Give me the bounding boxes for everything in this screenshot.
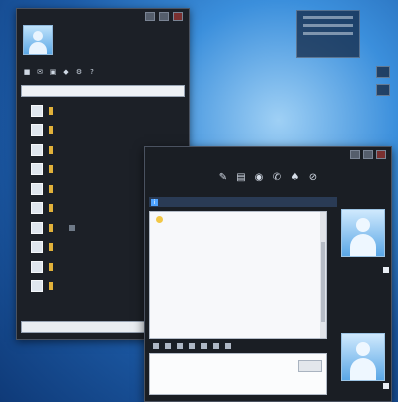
personal-message-icon bbox=[69, 224, 75, 231]
video-icon[interactable]: ◉ bbox=[254, 172, 264, 184]
status-icon bbox=[49, 282, 53, 291]
contact-avatar bbox=[31, 182, 43, 195]
font-icon[interactable] bbox=[153, 343, 159, 349]
gadget-line bbox=[303, 32, 353, 35]
chat-title-bar[interactable] bbox=[145, 147, 391, 159]
background-icon[interactable] bbox=[213, 343, 219, 349]
status-icon bbox=[49, 165, 53, 174]
call-icon[interactable]: ✆ bbox=[272, 172, 282, 184]
chat-window: ✎ ▤ ◉ ✆ ♠ ⊘ i bbox=[144, 146, 392, 402]
picture-toggle-button[interactable] bbox=[383, 383, 389, 389]
invite-icon[interactable]: ✎ bbox=[218, 172, 228, 184]
status-icon bbox=[49, 184, 53, 193]
scroll-thumb[interactable] bbox=[321, 242, 325, 322]
block-icon[interactable]: ⊘ bbox=[308, 172, 318, 184]
message-input[interactable] bbox=[149, 353, 327, 395]
contact-avatar bbox=[31, 280, 43, 293]
search-input[interactable] bbox=[21, 85, 185, 97]
desktop-icon[interactable] bbox=[376, 66, 390, 78]
contacts-icon[interactable]: ■ bbox=[23, 68, 31, 76]
contact-avatar bbox=[31, 143, 43, 156]
info-icon: i bbox=[151, 198, 158, 206]
minimize-button[interactable] bbox=[350, 150, 360, 159]
voice-clip-icon[interactable] bbox=[201, 343, 207, 349]
desktop-icon[interactable] bbox=[376, 84, 390, 96]
picture-head bbox=[356, 342, 370, 356]
status-icon bbox=[49, 106, 53, 115]
avatar-body bbox=[29, 42, 47, 54]
games-icon[interactable]: ♠ bbox=[290, 172, 300, 184]
help-icon[interactable]: ? bbox=[88, 68, 96, 76]
status-icon bbox=[49, 204, 53, 213]
desktop-gadget[interactable] bbox=[296, 10, 360, 58]
conversation-history[interactable] bbox=[149, 211, 327, 339]
close-button[interactable] bbox=[376, 150, 386, 159]
status-icon bbox=[49, 223, 53, 232]
contact-avatar bbox=[31, 163, 43, 176]
contact-item[interactable] bbox=[17, 101, 189, 121]
close-button[interactable] bbox=[173, 12, 183, 21]
status-icon bbox=[49, 243, 53, 252]
mail-icon[interactable]: ✉ bbox=[36, 68, 44, 76]
ink-icon[interactable] bbox=[225, 343, 231, 349]
picture-head bbox=[356, 218, 370, 232]
wink-icon[interactable] bbox=[177, 343, 183, 349]
gadget-line bbox=[303, 16, 353, 19]
share-icon[interactable]: ▣ bbox=[49, 68, 57, 76]
status-icon bbox=[49, 126, 53, 135]
scrollbar[interactable] bbox=[320, 212, 326, 338]
nudge-icon[interactable] bbox=[189, 343, 195, 349]
send-button[interactable] bbox=[298, 360, 322, 372]
contact-avatar bbox=[31, 104, 43, 117]
status-icon bbox=[49, 145, 53, 154]
avatar[interactable] bbox=[23, 25, 53, 55]
maximize-button[interactable] bbox=[363, 150, 373, 159]
minimize-button[interactable] bbox=[145, 12, 155, 21]
smiley-icon bbox=[156, 216, 163, 223]
maximize-button[interactable] bbox=[159, 12, 169, 21]
contact-avatar bbox=[31, 221, 43, 234]
profile-header bbox=[17, 21, 189, 63]
own-display-picture[interactable] bbox=[341, 333, 385, 381]
picture-body bbox=[350, 234, 376, 256]
picture-toggle-button[interactable] bbox=[383, 267, 389, 273]
contact-avatar bbox=[31, 124, 43, 137]
emoticon-icon[interactable] bbox=[165, 343, 171, 349]
picture-body bbox=[350, 358, 376, 380]
contact-display-picture[interactable] bbox=[341, 209, 385, 257]
contact-avatar bbox=[31, 202, 43, 215]
contact-avatar bbox=[31, 241, 43, 254]
contact-avatar bbox=[31, 260, 43, 273]
avatar-head bbox=[33, 31, 43, 41]
status-icon bbox=[49, 262, 53, 271]
games-icon[interactable]: ◆ bbox=[62, 68, 70, 76]
contact-item[interactable] bbox=[17, 121, 189, 141]
chat-toolbar: ✎ ▤ ◉ ✆ ♠ ⊘ bbox=[145, 163, 391, 193]
compose-toolbar bbox=[149, 341, 329, 351]
contact-toolbar: ■ ✉ ▣ ◆ ⚙ ? bbox=[17, 63, 189, 81]
settings-icon[interactable]: ⚙ bbox=[75, 68, 83, 76]
gadget-line bbox=[303, 24, 353, 27]
emoticon-line bbox=[156, 216, 320, 224]
share-files-icon[interactable]: ▤ bbox=[236, 172, 246, 184]
title-bar[interactable] bbox=[17, 9, 189, 21]
info-bar: i bbox=[149, 197, 337, 207]
